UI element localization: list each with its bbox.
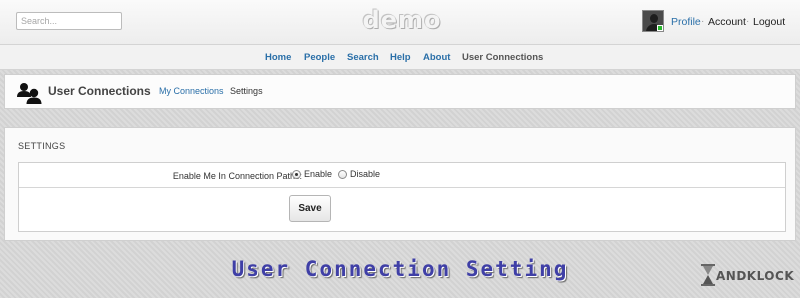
nav-about[interactable]: About [423,52,450,63]
save-button[interactable]: Save [289,195,331,222]
breadcrumb-my-connections[interactable]: My Connections [159,86,224,96]
settings-table: Enable Me In Connection Paths: Enable Di… [18,162,786,232]
separator: · [701,16,705,27]
section-title: SETTINGS [18,141,66,151]
hourglass-icon [701,264,715,286]
main-nav: Home People Search Help About User Conne… [0,44,800,70]
logout-link[interactable]: Logout [753,16,785,28]
caption: User Connection Setting [231,257,569,281]
settings-panel: SETTINGS Enable Me In Connection Paths: … [4,127,796,241]
nav-help[interactable]: Help [390,52,411,63]
disable-radio[interactable] [338,169,348,179]
nav-user-connections[interactable]: User Connections [462,52,543,63]
online-status-icon [657,25,663,31]
account-link[interactable]: Account [708,16,746,28]
enable-radio-label[interactable]: Enable [304,169,332,179]
breadcrumb: My Connections Settings [159,86,263,96]
watermark-text: ANDKLOCK [716,269,795,283]
user-avatar-icon[interactable] [642,10,664,32]
nav-search[interactable]: Search [347,52,379,63]
profile-link[interactable]: Profile [671,16,701,28]
row-divider [19,187,785,188]
site-logo[interactable]: demo [362,6,442,34]
page-header: User Connections My Connections Settings [4,74,796,109]
watermark: ANDKLOCK [700,262,796,288]
top-bar: demo Profile · Account · Logout [0,0,800,44]
connection-paths-label: Enable Me In Connection Paths: [172,171,302,181]
nav-home[interactable]: Home [265,52,291,63]
enable-radio[interactable] [292,169,301,179]
disable-radio-label[interactable]: Disable [350,169,380,179]
connection-paths-radio-group: Enable Disable [292,169,386,179]
page-title: User Connections [48,84,151,98]
breadcrumb-current: Settings [230,86,263,96]
separator: · [746,16,750,27]
search-input[interactable] [16,12,122,30]
people-icon [17,83,42,104]
nav-people[interactable]: People [304,52,335,63]
